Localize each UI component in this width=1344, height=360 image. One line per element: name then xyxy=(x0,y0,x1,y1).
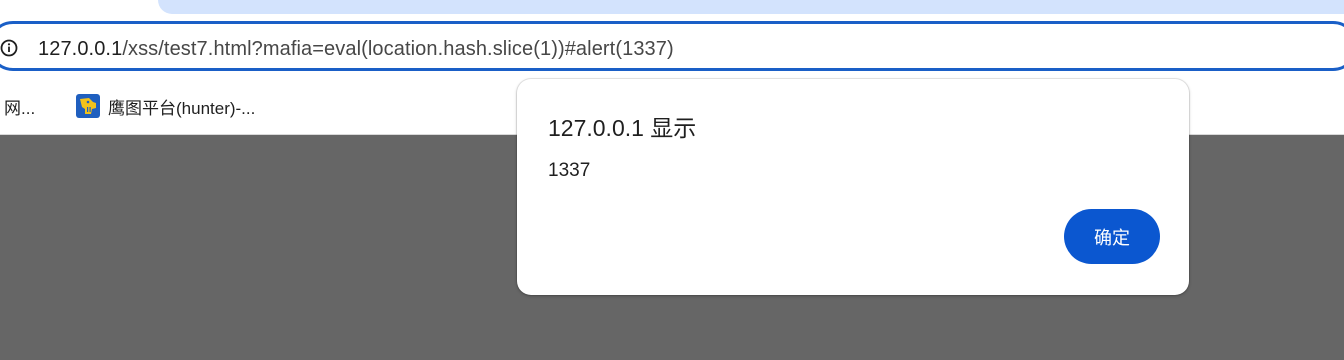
bookmark-item-hunter[interactable]: 鹰图平台(hunter)-... xyxy=(76,88,255,124)
url-path: /xss/test7.html?mafia=eval(location.hash… xyxy=(122,38,674,60)
tab-strip xyxy=(158,0,1344,14)
hunter-logo-icon xyxy=(76,94,100,118)
bookmark-label: 鹰图平台(hunter)-... xyxy=(108,98,256,118)
alert-dialog: 127.0.0.1 显示 1337 确定 xyxy=(517,79,1189,295)
bookmark-item[interactable]: 网... xyxy=(4,88,35,124)
dialog-title: 127.0.0.1 显示 xyxy=(548,115,697,141)
info-icon[interactable] xyxy=(0,39,18,57)
ok-button[interactable]: 确定 xyxy=(1064,209,1160,264)
url-host: 127.0.0.1 xyxy=(38,38,123,60)
bookmark-label: 网... xyxy=(4,98,36,118)
url-text[interactable]: 127.0.0.1/xss/test7.html?mafia=eval(loca… xyxy=(38,36,674,62)
dialog-message: 1337 xyxy=(548,160,591,181)
